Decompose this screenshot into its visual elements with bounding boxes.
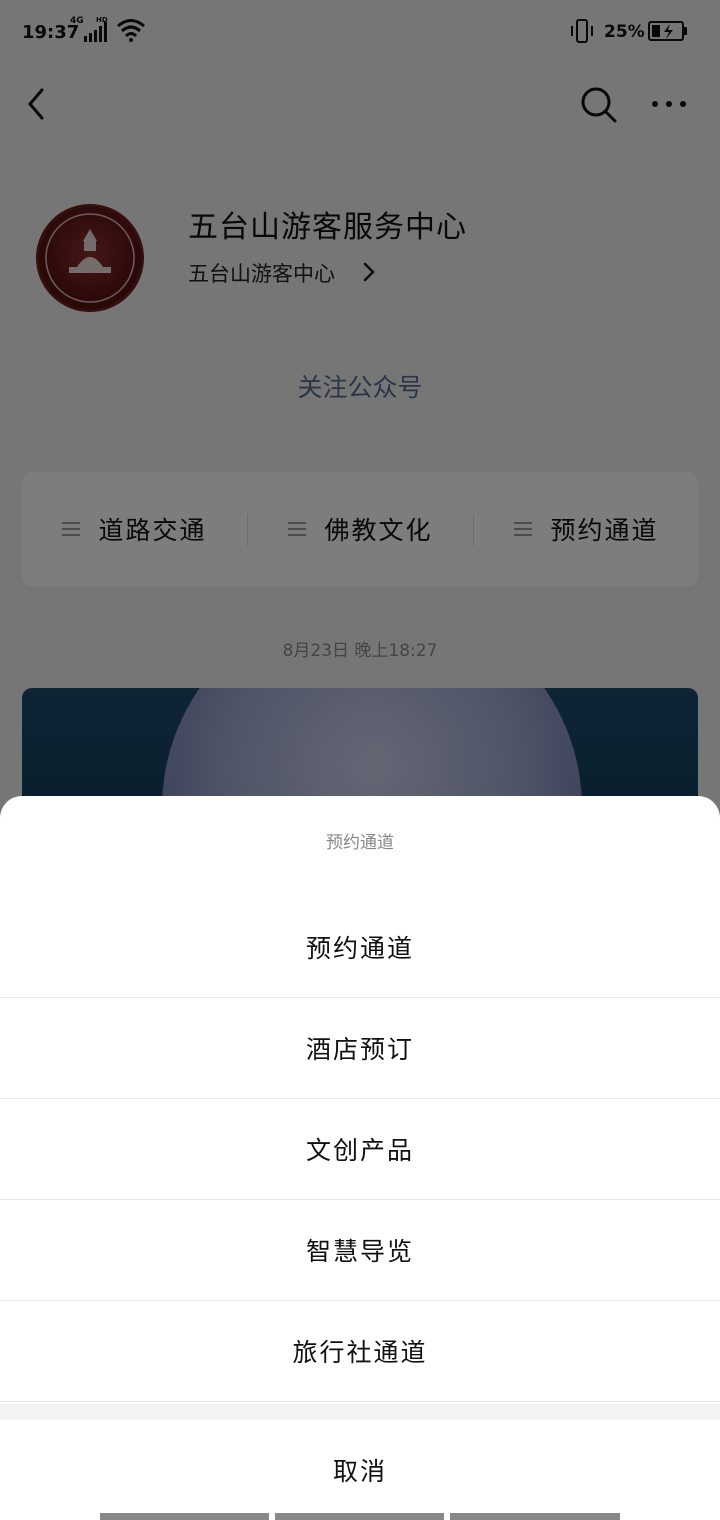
nav-indicator [275, 1513, 444, 1520]
action-sheet-divider [0, 1404, 720, 1420]
nav-indicator [100, 1513, 269, 1520]
action-sheet-option[interactable]: 旅行社通道 [0, 1301, 720, 1402]
action-sheet-option[interactable]: 酒店预订 [0, 998, 720, 1099]
action-sheet-option[interactable]: 智慧导览 [0, 1200, 720, 1301]
nav-indicator [450, 1513, 620, 1520]
action-sheet-title: 预约通道 [326, 833, 394, 853]
action-sheet-option[interactable]: 文创产品 [0, 1099, 720, 1200]
cancel-button[interactable]: 取消 [0, 1420, 720, 1520]
action-sheet: 预约通道 预约通道 酒店预订 文创产品 智慧导览 旅行社通道 取消 [0, 796, 720, 1520]
action-sheet-option[interactable]: 预约通道 [0, 897, 720, 998]
